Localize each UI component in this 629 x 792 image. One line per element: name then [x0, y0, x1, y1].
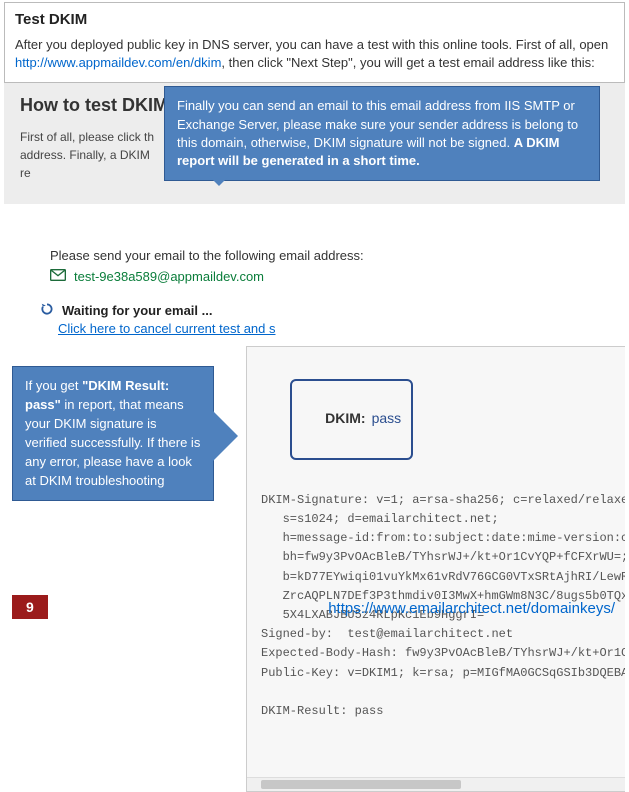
intro-box: Test DKIM After you deployed public key …: [4, 2, 625, 83]
test-email-row: test-9e38a589@appmaildev.com: [50, 269, 609, 284]
page-number-badge: 9: [12, 595, 48, 619]
footer: 9 https://www.emailarchitect.net/domaink…: [0, 591, 629, 621]
callout-finally: Finally you can send an email to this em…: [164, 86, 600, 181]
callout-result: If you get "DKIM Result: pass" in report…: [12, 366, 214, 501]
callout-result-wrap: If you get "DKIM Result: pass" in report…: [4, 346, 214, 791]
section-title: Test DKIM: [15, 11, 614, 28]
scrollbar-horizontal[interactable]: [247, 777, 625, 791]
waiting-row: Waiting for your email ...: [40, 302, 609, 319]
dkim-pass-value: pass: [372, 410, 402, 426]
waiting-text: Waiting for your email ...: [62, 303, 212, 318]
dkim-pass-highlight: DKIM: pass: [290, 379, 413, 460]
intro-paragraph: After you deployed public key in DNS ser…: [15, 36, 614, 72]
test-email-address: test-9e38a589@appmaildev.com: [74, 269, 264, 284]
obscured-line-1: First of all, please click th: [20, 128, 160, 146]
lower-columns: If you get "DKIM Result: pass" in report…: [4, 346, 625, 791]
dkim-pass-label: DKIM:: [325, 410, 365, 426]
obscured-line-2: address. Finally, a DKIM re: [20, 146, 160, 182]
cancel-test-link[interactable]: Click here to cancel current test and s: [58, 321, 609, 336]
envelope-icon: [50, 269, 66, 284]
callout-result-before: If you get: [25, 378, 82, 393]
screenshot-gray-panel: How to test DKIM signature First of all,…: [4, 83, 625, 204]
send-email-label: Please send your email to the following …: [50, 248, 609, 263]
intro-text-after: , then click "Next Step", you will get a…: [221, 55, 594, 70]
dkim-report-panel: DKIM:pass DKIM-Signature: v=1; a=rsa-sha…: [246, 346, 625, 791]
scrollbar-thumb[interactable]: [261, 780, 461, 789]
obscured-text: First of all, please click th address. F…: [20, 128, 160, 182]
footer-source-link[interactable]: https://www.emailarchitect.net/domainkey…: [328, 600, 615, 617]
refresh-icon: [40, 302, 54, 319]
intro-text-before: After you deployed public key in DNS ser…: [15, 37, 608, 52]
arrow-right-icon: [210, 408, 238, 464]
tool-link[interactable]: http://www.appmaildev.com/en/dkim: [15, 55, 221, 70]
instruction-body: Please send your email to the following …: [4, 204, 625, 346]
